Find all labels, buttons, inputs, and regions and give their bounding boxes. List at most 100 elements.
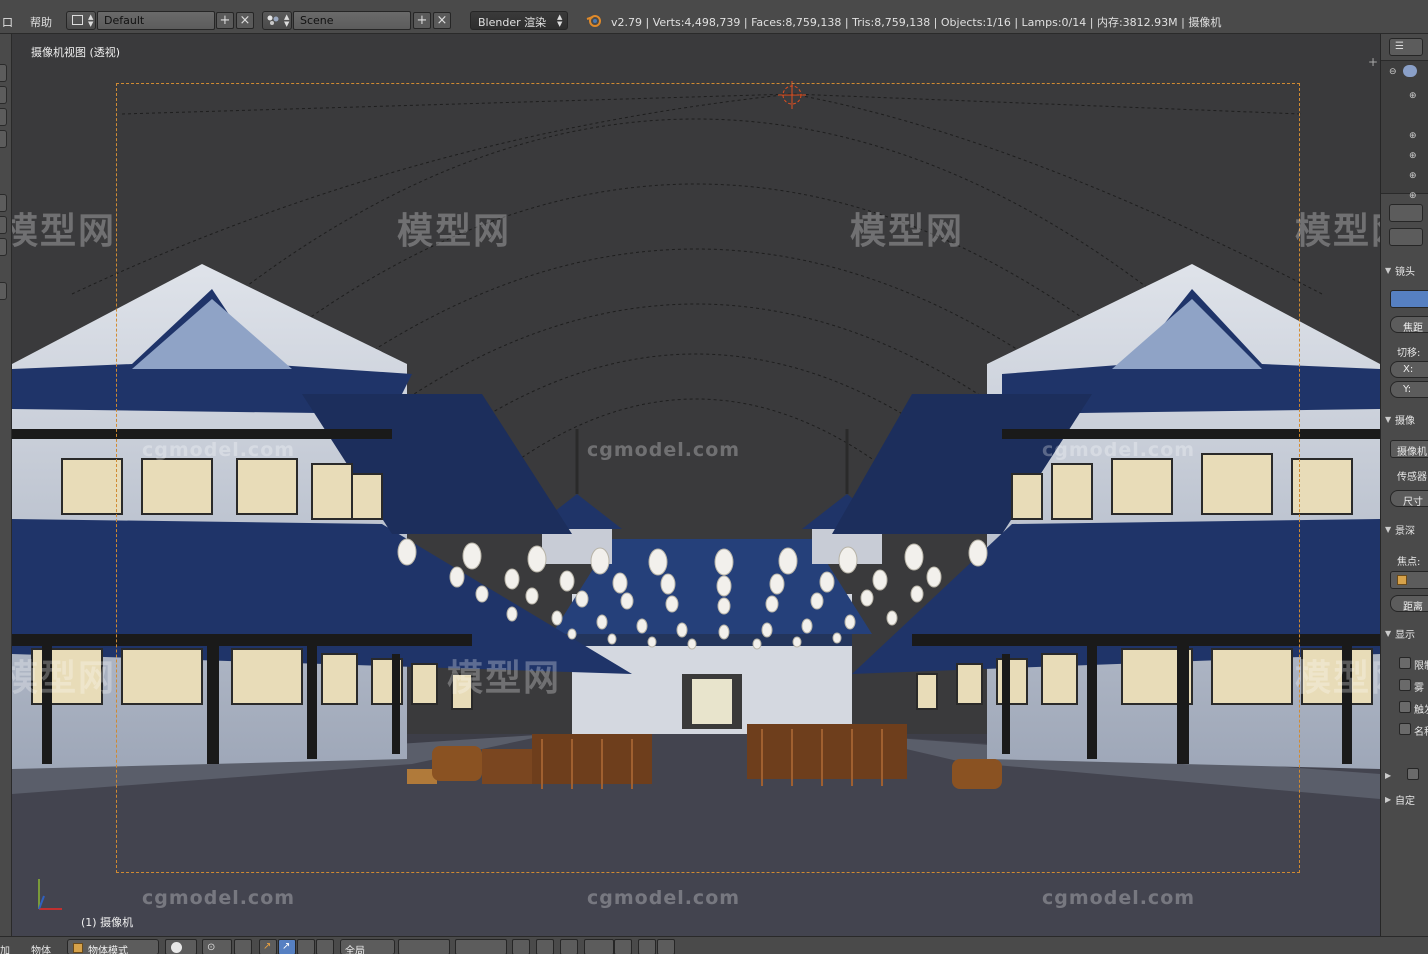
watermark-logo: 模型网 (12, 211, 117, 252)
scale-manipulator-button[interactable] (316, 939, 334, 954)
manipulator-icon: ↗ (263, 941, 272, 952)
camera-panel-header[interactable]: 摄像 (1395, 412, 1415, 427)
screen-layout-name-field[interactable]: Default (97, 11, 215, 30)
mist-checkbox[interactable] (1399, 679, 1411, 691)
watermark-url: cgmodel.com (142, 887, 296, 909)
pivot-point-dropdown[interactable]: ⊙ (202, 939, 232, 954)
panel-enable-checkbox[interactable] (1407, 768, 1419, 780)
tool-tab[interactable] (0, 216, 7, 234)
blender-window: 口 帮助 ▲ ▼ Default + × ▲ ▼ Scene + × Blender… (0, 0, 1428, 954)
scene-layers-grid-2[interactable] (455, 939, 507, 954)
transform-orientation-dropdown[interactable]: 全局 (340, 939, 395, 954)
panel-collapse-icon[interactable]: ▼ (1385, 266, 1391, 275)
scene-name-field[interactable]: Scene (293, 11, 411, 30)
outliner-icon: ☰ (1395, 41, 1404, 52)
translate-manipulator-button[interactable]: ↗ (278, 939, 296, 954)
shift-y-field[interactable]: Y: (1390, 381, 1428, 398)
expand-icon[interactable]: ⊕ (1409, 131, 1417, 141)
dof-panel-header[interactable]: 景深 (1395, 522, 1415, 537)
lock-layers-button[interactable] (512, 939, 530, 954)
proportional-edit-icon[interactable] (560, 939, 578, 954)
expand-icon[interactable]: ⊕ (1409, 151, 1417, 161)
expand-icon[interactable]: ⊕ (1409, 171, 1417, 181)
panel-collapse-icon[interactable]: ▼ (1385, 415, 1391, 424)
sensor-checkbox[interactable] (1399, 701, 1411, 713)
opengl-render-image-icon[interactable] (638, 939, 656, 954)
tool-tab[interactable] (0, 64, 7, 82)
object-mode-icon (73, 943, 83, 953)
tool-tab[interactable] (0, 86, 7, 104)
updown-arrows-icon: ▲ ▼ (284, 13, 290, 28)
menu-window[interactable]: 口 (2, 14, 13, 30)
outliner-editor-type[interactable]: ☰ (1389, 38, 1423, 56)
expand-icon[interactable]: ⊕ (1409, 91, 1417, 101)
focus-object-field[interactable] (1390, 571, 1428, 589)
panel-collapse-icon[interactable]: ▼ (1385, 525, 1391, 534)
3d-view-header: 加 物体 物体模式 ⊙ ↗ ↗ 全局 (0, 936, 1428, 954)
limits-checkbox[interactable] (1399, 657, 1411, 669)
add-scene-icon[interactable]: + (413, 12, 431, 29)
close-scene-icon[interactable]: × (433, 12, 451, 29)
watermark-logo: 模型网 (1295, 211, 1380, 252)
menu-help[interactable]: 帮助 (30, 14, 52, 30)
tool-tab[interactable] (0, 238, 7, 256)
viewport-shading-dropdown[interactable] (165, 939, 197, 954)
scene-statistics: v2.79 | Verts:4,498,739 | Faces:8,759,13… (611, 16, 1222, 29)
info-header: 口 帮助 ▲ ▼ Default + × ▲ ▼ Scene + × Blender… (0, 0, 1428, 34)
properties-editor-type[interactable] (1389, 204, 1423, 222)
focus-label: 焦点: (1397, 557, 1421, 568)
tool-tab[interactable] (0, 108, 7, 126)
camera-presets-dropdown[interactable]: 摄像机 (1390, 440, 1428, 458)
snap-toggle[interactable] (614, 939, 632, 954)
add-layout-icon[interactable]: + (216, 12, 234, 29)
lens-panel-header[interactable]: 镜头 (1395, 263, 1415, 278)
expand-icon[interactable]: ⊕ (1409, 191, 1417, 201)
render-layer-icon[interactable] (536, 939, 554, 954)
scene-icon (267, 15, 279, 25)
scene-layers-grid[interactable] (398, 939, 450, 954)
opengl-render-animation-icon[interactable] (657, 939, 675, 954)
watermark-logo: 模型网 (1295, 658, 1380, 699)
scene-selector[interactable]: ▲ ▼ (262, 11, 292, 30)
tool-tab[interactable] (0, 130, 7, 148)
custom-props-panel-header[interactable]: 自定 (1395, 792, 1415, 807)
outliner-tree[interactable]: ⊖ ⊕ ⊕ ⊕ ⊕ ⊕ (1381, 60, 1428, 201)
shift-label: 切移: (1397, 348, 1421, 359)
sensor-display-label: 触发 (1414, 705, 1428, 716)
sensor-size-field[interactable]: 尺寸 (1390, 490, 1428, 508)
scene-icon (1403, 65, 1417, 77)
properties-context-tab[interactable] (1389, 228, 1423, 246)
shift-x-field[interactable]: X: (1390, 361, 1428, 378)
3d-viewport[interactable]: + 模型网 模型网 模型网 模型网 模型网 模型网 模型网 cgmodel.co… (12, 34, 1380, 936)
manipulator-toggle[interactable]: ↗ (259, 939, 277, 954)
updown-arrows-icon: ▲ ▼ (557, 13, 563, 28)
panel-collapse-icon[interactable]: ▼ (1385, 629, 1391, 638)
watermark-logo: 模型网 (850, 211, 965, 252)
object-menu[interactable]: 物体 (31, 942, 51, 954)
add-menu[interactable]: 加 (0, 942, 10, 954)
focus-distance-field[interactable]: 距离 (1390, 595, 1428, 613)
pivot-only-toggle[interactable] (234, 939, 252, 954)
render-engine-dropdown[interactable]: Blender 渲染 ▲ ▼ (470, 11, 568, 30)
tool-tab[interactable] (0, 194, 7, 212)
collapse-icon[interactable]: ⊖ (1389, 67, 1397, 77)
pivot-icon: ⊙ (207, 942, 216, 953)
object-cube-icon (1397, 575, 1407, 585)
watermark-url: cgmodel.com (142, 439, 296, 461)
limits-label: 限制 (1414, 661, 1428, 672)
tool-tab[interactable] (0, 282, 7, 300)
interaction-mode-dropdown[interactable]: 物体模式 (67, 939, 159, 954)
name-display-label: 名称 (1414, 727, 1428, 738)
render-engine-label: Blender 渲染 (478, 16, 547, 29)
snap-element-dropdown[interactable] (584, 939, 614, 954)
panel-expand-icon[interactable]: ▶ (1385, 795, 1391, 804)
viewport-split-icon[interactable]: + (1368, 55, 1378, 69)
rotate-manipulator-button[interactable] (297, 939, 315, 954)
screen-layout-selector[interactable]: ▲ ▼ (66, 11, 96, 30)
display-panel-header[interactable]: 显示 (1395, 626, 1415, 641)
name-checkbox[interactable] (1399, 723, 1411, 735)
panel-expand-icon[interactable]: ▶ (1385, 771, 1391, 780)
close-layout-icon[interactable]: × (236, 12, 254, 29)
lens-type-perspective[interactable] (1390, 290, 1428, 308)
focal-length-field[interactable]: 焦距 (1390, 316, 1428, 334)
